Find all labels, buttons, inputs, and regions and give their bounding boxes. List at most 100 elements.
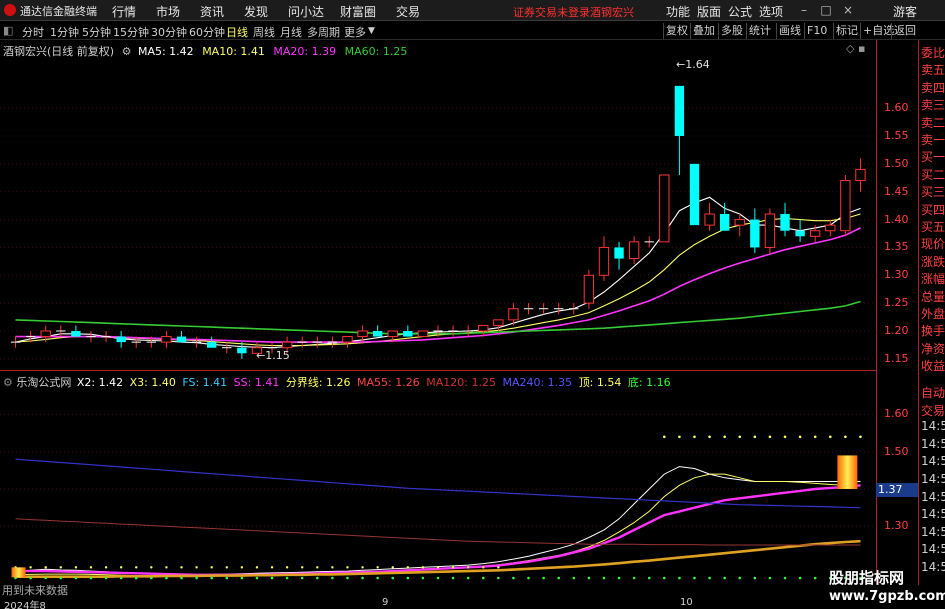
- top-marker: [738, 435, 742, 439]
- trade-mode-label[interactable]: 交易: [921, 402, 945, 420]
- main-chart-legend: 酒钢宏兴(日线 前复权) ⚙ MA5: 1.42 MA10: 1.41 MA20…: [3, 43, 407, 59]
- bottom-marker: [813, 576, 817, 580]
- period-monthly[interactable]: 月线: [280, 24, 302, 40]
- bottom-marker: [768, 576, 772, 580]
- bottom-marker: [617, 576, 621, 580]
- quote-field-label: 现价: [921, 237, 945, 252]
- menu-fortune[interactable]: 财富圈: [340, 3, 376, 20]
- period-1min[interactable]: 1分钟: [50, 24, 79, 40]
- period-weekly[interactable]: 周线: [253, 24, 275, 40]
- period-daily[interactable]: 日线: [226, 24, 248, 40]
- period-60min[interactable]: 60分钟: [189, 24, 225, 40]
- menu-formula[interactable]: 公式: [728, 3, 752, 20]
- candle: [101, 331, 111, 343]
- candle: [674, 85, 685, 175]
- sub-series-line: [15, 518, 861, 546]
- indicator-chart[interactable]: [0, 392, 876, 586]
- boundary-value: 分界线: 1.26: [285, 376, 351, 389]
- signal-dot: [119, 566, 123, 569]
- tool-overlay[interactable]: 叠加: [690, 23, 717, 39]
- menu-ask[interactable]: 问小达: [288, 3, 324, 20]
- login-warning[interactable]: 证券交易未登录: [513, 4, 590, 20]
- candle: [523, 303, 534, 315]
- sub-settings-icon[interactable]: ⚙: [3, 376, 13, 389]
- candle: [10, 336, 21, 348]
- bottom-marker: [376, 576, 379, 580]
- panel-divider: [0, 370, 876, 371]
- candle: [554, 303, 564, 315]
- bottom-marker: [587, 576, 591, 580]
- x-label-oct: 10: [680, 597, 693, 608]
- quote-side-panel: 委比 卖五 卖四 卖三 卖二 卖一 买一 买二 买三 买四 买五 现价 涨跌 涨幅 总量 外盘 换手 净资 收益 自动…: [918, 40, 945, 585]
- signal-dot: [135, 566, 138, 569]
- quote-field-label: 买四: [921, 202, 945, 217]
- signal-dot: [436, 566, 440, 569]
- period-5min[interactable]: 5分钟: [82, 24, 111, 40]
- menu-trade[interactable]: 交易: [396, 3, 420, 20]
- chart-collapse-icon[interactable]: ◇ ▪: [846, 42, 865, 55]
- candle: [327, 336, 338, 348]
- bottom-marker: [255, 576, 259, 580]
- menu-market[interactable]: 行情: [112, 3, 136, 20]
- more-chevron-down-icon[interactable]: ▼: [368, 26, 375, 36]
- guest-label[interactable]: 游客: [893, 3, 917, 20]
- settings-gear-icon[interactable]: ⚙: [122, 45, 132, 58]
- tool-f10[interactable]: F10: [804, 23, 829, 39]
- tool-stats[interactable]: 统计: [746, 23, 773, 39]
- period-multi[interactable]: 多周期: [307, 24, 340, 40]
- tool-mark[interactable]: 标记: [833, 23, 860, 39]
- fs-value: FS: 1.41: [182, 376, 228, 389]
- signal-dot: [255, 566, 259, 569]
- tool-multi-stock[interactable]: 多股: [718, 23, 745, 39]
- menu-news[interactable]: 资讯: [200, 3, 224, 20]
- trade-mode-label[interactable]: 自动: [921, 384, 945, 402]
- candle: [161, 331, 172, 348]
- axis-divider: [876, 40, 877, 585]
- quote-field-label: 卖五: [921, 63, 945, 78]
- tick-time-label: 14:56: [921, 419, 945, 434]
- menu-discover[interactable]: 发现: [244, 3, 268, 20]
- candle: [628, 236, 640, 265]
- signal-bar: [837, 455, 858, 489]
- maximize-icon[interactable]: □: [818, 2, 834, 18]
- bottom-marker: [195, 576, 198, 580]
- signal-dot: [482, 566, 485, 569]
- bottom-marker: [285, 576, 289, 580]
- period-15min[interactable]: 15分钟: [113, 24, 149, 40]
- menu-layout[interactable]: 版面: [697, 3, 721, 20]
- period-timeshare[interactable]: 分时: [22, 24, 44, 40]
- minimize-icon[interactable]: –: [796, 2, 812, 18]
- bottom-marker: [180, 576, 183, 580]
- bottom-marker: [44, 576, 48, 580]
- menu-exchange[interactable]: 市场: [156, 3, 180, 20]
- bottom-marker: [210, 576, 213, 580]
- main-chart-title: 酒钢宏兴(日线 前复权): [3, 45, 115, 58]
- tool-back[interactable]: 返回: [891, 23, 918, 39]
- quote-field-label: 卖四: [921, 80, 945, 95]
- period-more[interactable]: 更多: [344, 24, 366, 40]
- bottom-marker: [647, 576, 651, 580]
- top-marker: [798, 435, 802, 439]
- sub-series-line: [15, 539, 861, 578]
- signal-dot: [316, 566, 319, 569]
- ma120-value: MA120: 1.25: [426, 376, 496, 389]
- candle: [659, 174, 670, 243]
- signal-dot: [59, 566, 63, 569]
- candle: [583, 269, 595, 309]
- period-30min[interactable]: 30分钟: [151, 24, 187, 40]
- tick-time-label: 14:56: [921, 454, 945, 469]
- quote-field-label: 委比: [921, 46, 945, 60]
- signal-dot: [331, 566, 334, 569]
- tool-adjust[interactable]: 复权: [663, 23, 690, 39]
- menu-function[interactable]: 功能: [666, 3, 690, 20]
- bottom-marker: [451, 576, 455, 580]
- menu-options[interactable]: 选项: [759, 3, 783, 20]
- high-annotation: ←1.64: [676, 58, 710, 71]
- candlestick-chart[interactable]: [0, 58, 876, 370]
- candle: [840, 175, 851, 237]
- panel-toggle-icon[interactable]: ◧: [3, 24, 13, 37]
- bottom-marker: [346, 576, 349, 580]
- close-icon[interactable]: ×: [840, 2, 856, 18]
- candle: [463, 325, 473, 337]
- tool-draw[interactable]: 画线: [776, 23, 803, 39]
